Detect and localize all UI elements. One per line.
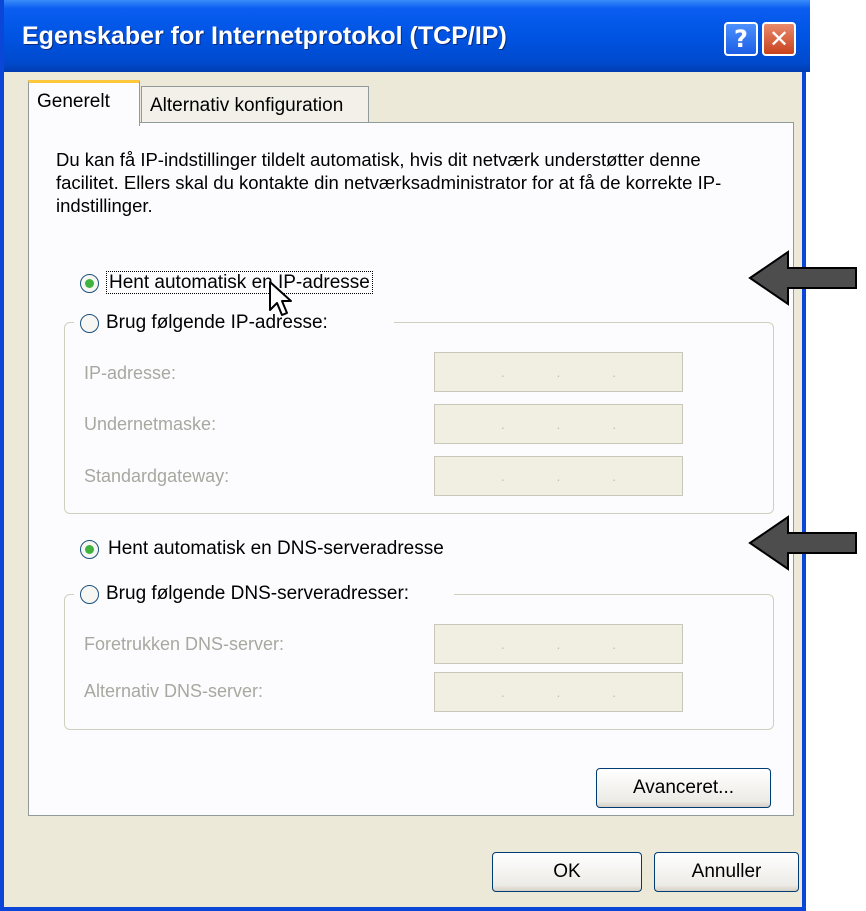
mouse-pointer-icon [269, 281, 292, 316]
ip-dot: . [500, 468, 505, 484]
alternate-dns-field[interactable]: . . . [434, 672, 683, 712]
dns-auto-radio[interactable] [80, 540, 99, 559]
ip-dot: . [612, 416, 617, 432]
alternate-dns-label: Alternativ DNS-server: [84, 681, 264, 701]
ip-auto-label[interactable]: Hent automatisk en IP-adresse [106, 271, 373, 294]
tab-alternativ-label: Alternativ konfiguration [150, 95, 344, 116]
ip-dot: . [500, 416, 505, 432]
subnet-mask-field[interactable]: . . . [434, 404, 683, 444]
default-gateway-field[interactable]: . . . [434, 456, 683, 496]
tab-alternativ-konfiguration[interactable]: Alternativ konfiguration [141, 86, 369, 122]
title-bar[interactable]: Egenskaber for Internetprotokol (TCP/IP)… [4, 0, 810, 72]
tab-generelt[interactable]: Generelt [28, 80, 140, 126]
ip-dot: . [556, 364, 561, 380]
advanced-button[interactable]: Avanceret... [596, 768, 771, 808]
ip-auto-label-text: Hent automatisk en IP-adresse [106, 271, 373, 294]
cancel-button[interactable]: Annuller [654, 852, 799, 892]
ip-dot: . [612, 364, 617, 380]
ip-dot: . [556, 468, 561, 484]
subnet-mask-label: Undernetmaske: [84, 414, 217, 434]
preferred-dns-label: Foretrukken DNS-server: [84, 634, 285, 654]
ip-dot: . [556, 416, 561, 432]
ip-manual-label[interactable]: Brug følgende IP-adresse: [106, 312, 328, 334]
ip-dot: . [612, 636, 617, 652]
ip-dot: . [500, 684, 505, 700]
help-button[interactable]: ? [724, 22, 758, 56]
left-arrow-icon [748, 250, 857, 306]
window-title: Egenskaber for Internetprotokol (TCP/IP) [22, 22, 507, 50]
preferred-dns-field[interactable]: . . . [434, 624, 683, 664]
ip-dot: . [500, 364, 505, 380]
ip-dot: . [612, 468, 617, 484]
ip-dot: . [556, 636, 561, 652]
left-arrow-icon [748, 515, 857, 571]
ip-dot: . [500, 636, 505, 652]
dialog-window: Egenskaber for Internetprotokol (TCP/IP)… [0, 0, 810, 911]
dns-auto-label[interactable]: Hent automatisk en DNS-serveradresse [108, 538, 444, 560]
intro-text: Du kan få IP-indstillinger tildelt autom… [56, 149, 722, 216]
dns-manual-radio[interactable] [80, 585, 99, 604]
close-button[interactable]: ✕ [762, 22, 796, 56]
ip-auto-radio[interactable] [80, 274, 99, 293]
dns-manual-label[interactable]: Brug følgende DNS-serveradresser: [106, 583, 409, 605]
ip-dot: . [556, 684, 561, 700]
tab-generelt-label: Generelt [37, 91, 110, 112]
ip-address-field[interactable]: . . . [434, 352, 683, 392]
ip-dot: . [612, 684, 617, 700]
ip-manual-radio[interactable] [80, 314, 99, 333]
default-gateway-label: Standardgateway: [84, 466, 230, 486]
ip-address-label: IP-adresse: [84, 363, 177, 383]
ok-button[interactable]: OK [492, 852, 642, 892]
